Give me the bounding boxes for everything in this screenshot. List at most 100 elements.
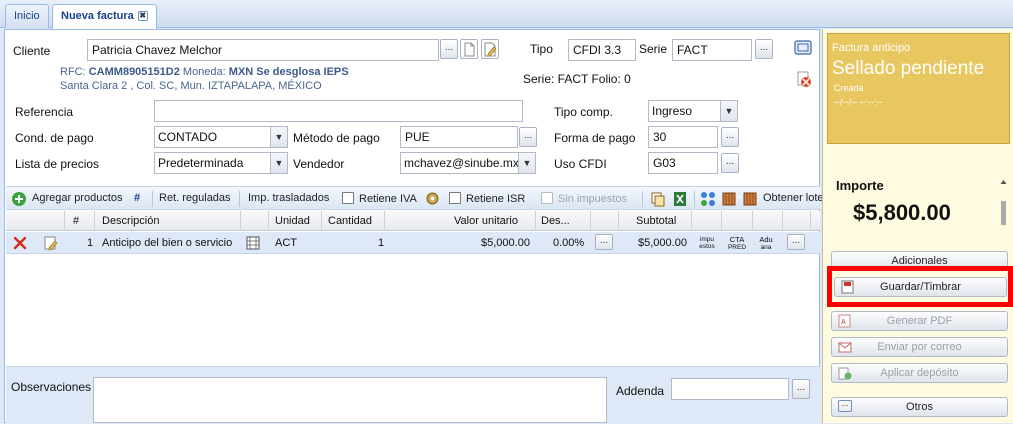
row-descuento-button[interactable]: ... [595,234,613,250]
detail-icon[interactable] [246,236,260,250]
add-icon[interactable] [11,191,27,207]
row-more-button[interactable]: ... [787,234,805,250]
column-divider [64,211,65,231]
column-divider [590,211,591,231]
col-valor-unitario[interactable]: Valor unitario [454,215,518,227]
number-button[interactable]: # [134,192,140,204]
column-divider [752,211,753,231]
col-num[interactable]: # [73,215,79,227]
retiene-iva-label: Retiene IVA [359,193,417,205]
generar-pdf-button[interactable]: A Generar PDF [831,311,1008,331]
row-valor-unitario[interactable]: $5,000.00 [481,237,530,249]
moneda-label: Moneda: [182,66,226,78]
serie-search-button[interactable]: ... [755,39,773,59]
sin-impuestos-toggle[interactable]: Sin impuestos [541,192,627,205]
metodo-pago-search-button[interactable]: ... [519,127,537,147]
add-products-button[interactable]: Agregar productos [32,192,123,204]
tab-inicio-label: Inicio [14,10,40,22]
column-divider [240,211,241,231]
col-descuento[interactable]: Des... [541,215,570,227]
chevron-down-icon[interactable]: ▼ [270,127,287,147]
aplicar-deposito-button[interactable]: Aplicar depósito [831,363,1008,383]
copy-icon[interactable] [650,191,666,207]
metodo-pago-field[interactable]: PUE [400,126,518,148]
edit-icon[interactable] [43,235,59,251]
new-document-icon[interactable] [460,39,478,59]
retiene-iva-checkbox[interactable] [342,192,354,204]
rfc-value: CAMM8905151D2 [88,66,180,78]
ret-reguladas-button[interactable]: Ret. reguladas [159,192,231,204]
tipo-comp-select[interactable]: Ingreso ▼ [648,100,738,122]
retiene-isr-checkbox[interactable] [449,192,461,204]
apps-icon[interactable] [700,191,716,207]
chevron-down-icon[interactable]: ▼ [518,153,535,173]
customer-rfc-line: RFC: CAMM8905151D2 Moneda: MXN Se desglo… [60,66,349,78]
table-row[interactable]: 1 Anticipo del bien o servicio ACT 1 $5,… [6,232,820,254]
row-cta[interactable]: CTA PRED [726,236,748,251]
fullscreen-icon[interactable] [793,38,813,58]
chevron-down-icon[interactable]: ▼ [720,101,737,121]
tab-inicio[interactable]: Inicio [5,4,49,28]
otros-button[interactable]: ... Otros [831,397,1008,417]
lista-precios-select[interactable]: Predeterminada ▼ [154,152,288,174]
cancel-document-icon[interactable] [796,71,812,87]
customer-address: Santa Clara 2 , Col. SC, Mun. IZTAPALAPA… [60,80,322,92]
obtener-lote-button[interactable]: Obtener lote [763,192,824,204]
sin-impuestos-checkbox[interactable] [541,192,553,204]
column-divider [384,211,385,231]
sidebar-scrollbar[interactable] [999,179,1008,229]
uso-cfdi-label: Uso CFDI [554,157,607,171]
cond-pago-select[interactable]: CONTADO ▼ [154,126,288,148]
box-icon[interactable] [742,191,758,207]
tab-nueva-factura[interactable]: Nueva factura ✖ [52,4,157,29]
serie-label: Serie [639,42,668,56]
delete-icon[interactable] [12,235,28,251]
observaciones-field[interactable] [93,377,607,423]
col-unidad[interactable]: Unidad [275,215,310,227]
rfc-label: RFC: [60,66,86,78]
row-aduana-a: Adu [759,235,773,244]
forma-pago-field[interactable]: 30 [648,126,718,148]
row-cantidad[interactable]: 1 [378,237,384,249]
box-icon[interactable] [721,191,737,207]
importe-label: Importe [836,178,884,193]
imp-trasladados-button[interactable]: Imp. trasladados [248,192,329,204]
tipo-comp-value: Ingreso [652,104,693,118]
guardar-timbrar-button[interactable]: Guardar/Timbrar [834,277,1007,297]
referencia-field[interactable] [154,100,523,122]
row-aduana[interactable]: Adu ana [756,236,776,251]
status-title: Sellado pendiente [832,58,985,79]
close-icon[interactable]: ✖ [137,11,148,21]
uso-cfdi-search-button[interactable]: ... [721,153,739,173]
serie-field[interactable]: FACT [672,39,752,61]
cliente-search-button[interactable]: ... [440,39,458,59]
cliente-field[interactable]: Patricia Chavez Melchor [87,39,439,61]
chevron-down-icon[interactable]: ▼ [270,153,287,173]
tipo-field[interactable]: CFDI 3.3 [568,39,636,61]
summary-sidebar: Factura anticipo Sellado pendiente Cread… [822,29,1013,423]
row-descuento[interactable]: 0.00% [553,237,584,249]
retiene-iva-toggle[interactable]: Retiene IVA [342,192,417,205]
row-impuestos[interactable]: impu estos [697,236,717,250]
row-unidad[interactable]: ACT [275,237,297,249]
forma-pago-search-button[interactable]: ... [721,127,739,147]
addenda-search-button[interactable]: ... [792,379,810,399]
status-card: Factura anticipo Sellado pendiente Cread… [827,33,1010,144]
addenda-field[interactable] [671,378,789,400]
row-descripcion[interactable]: Anticipo del bien o servicio [102,237,232,249]
items-grid-header: # Descripción Unidad Cantidad Valor unit… [6,211,820,231]
gear-icon[interactable] [425,191,440,206]
col-cantidad[interactable]: Cantidad [328,215,372,227]
enviar-correo-button[interactable]: Enviar por correo [831,337,1008,357]
retiene-isr-toggle[interactable]: Retiene ISR [449,192,525,205]
toolbar-separator [239,191,240,207]
col-descripcion[interactable]: Descripción [102,215,159,227]
mail-icon [838,340,852,354]
col-subtotal[interactable]: Subtotal [636,215,676,227]
retiene-isr-label: Retiene ISR [466,193,526,205]
forma-pago-label: Forma de pago [554,131,636,145]
excel-icon[interactable] [672,191,688,207]
vendedor-select[interactable]: mchavez@sinube.mx ▼ [400,152,536,174]
edit-document-icon[interactable] [481,39,499,59]
uso-cfdi-field[interactable]: G03 [648,152,718,174]
